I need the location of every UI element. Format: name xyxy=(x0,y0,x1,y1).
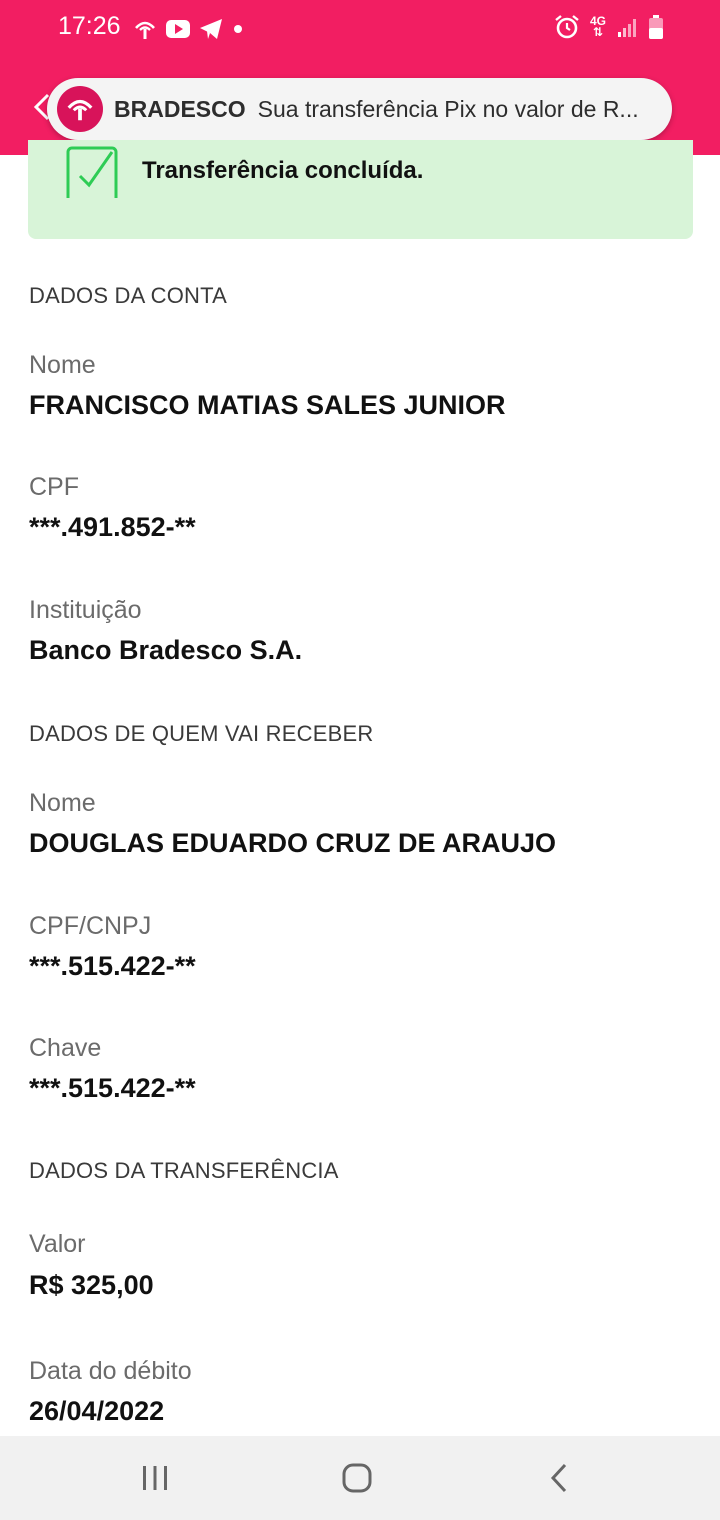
success-card: Transferência concluída. xyxy=(28,140,693,239)
telegram-icon xyxy=(200,19,222,39)
account-name-label: Nome xyxy=(29,351,96,379)
back-icon xyxy=(550,1463,567,1493)
back-button[interactable] xyxy=(539,1458,579,1498)
notification-app-name: BRADESCO xyxy=(114,95,246,122)
account-institution-label: Instituição xyxy=(29,596,142,624)
bradesco-logo-icon xyxy=(57,86,103,132)
navigation-bar xyxy=(0,1436,720,1520)
recent-apps-button[interactable] xyxy=(135,1458,175,1498)
success-message: Transferência concluída. xyxy=(142,157,424,184)
dot-icon xyxy=(234,25,242,33)
notification-banner[interactable]: BRADESCO Sua transferência Pix no valor … xyxy=(47,78,672,140)
network-type: 4G ⇅ xyxy=(589,14,606,39)
status-time: 17:26 xyxy=(58,12,121,40)
youtube-icon xyxy=(166,20,190,38)
transfer-amount-value: R$ 325,00 xyxy=(29,1270,154,1300)
receiver-doc-value: ***.515.422-** xyxy=(29,951,196,981)
account-cpf-label: CPF xyxy=(29,473,79,501)
notification-text: Sua transferência Pix no valor de R... xyxy=(257,95,639,122)
status-notification-icons xyxy=(133,14,245,44)
transfer-date-value: 26/04/2022 xyxy=(29,1396,165,1426)
check-icon xyxy=(66,146,118,198)
home-icon xyxy=(342,1463,372,1493)
account-name-value: FRANCISCO MATIAS SALES JUNIOR xyxy=(29,390,506,420)
receiver-name-value: DOUGLAS EDUARDO CRUZ DE ARAUJO xyxy=(29,828,557,858)
transfer-date-label: Data do débito xyxy=(29,1357,192,1385)
recent-apps-icon xyxy=(143,1466,167,1490)
account-section-title: DADOS DA CONTA xyxy=(29,283,227,308)
transfer-section-title: DADOS DA TRANSFERÊNCIA xyxy=(29,1158,339,1183)
receiver-key-value: ***.515.422-** xyxy=(29,1073,196,1103)
account-cpf-value: ***.491.852-** xyxy=(29,512,196,542)
receiver-name-label: Nome xyxy=(29,789,96,817)
status-system-icons: 4G ⇅ xyxy=(554,14,664,40)
receiver-section-title: DADOS DE QUEM VAI RECEBER xyxy=(29,721,374,746)
battery-icon xyxy=(649,15,663,39)
account-institution-value: Banco Bradesco S.A. xyxy=(29,635,303,665)
signal-icon xyxy=(618,19,636,37)
bradesco-icon xyxy=(135,21,155,39)
transfer-amount-label: Valor xyxy=(29,1230,86,1258)
home-button[interactable] xyxy=(337,1458,377,1498)
data-arrows-icon: ⇅ xyxy=(592,25,604,39)
receiver-doc-label: CPF/CNPJ xyxy=(29,912,152,940)
receiver-key-label: Chave xyxy=(29,1034,102,1062)
alarm-icon xyxy=(555,15,579,39)
